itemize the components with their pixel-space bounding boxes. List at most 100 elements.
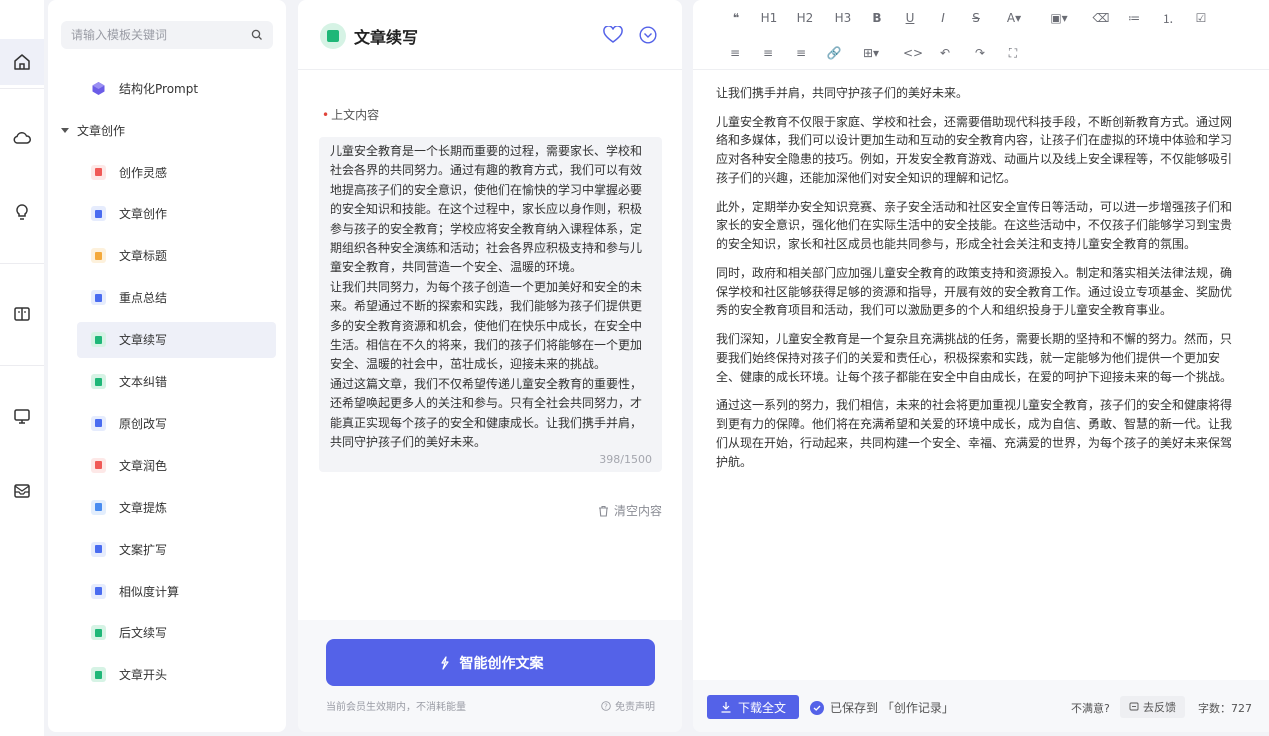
template-search [61,21,273,49]
template-item-label: 后文续写 [119,626,168,641]
download-button[interactable]: 下载全文 [707,695,799,719]
favorite-heart-icon[interactable] [603,26,623,44]
char-count: 398/1500 [599,453,652,466]
rail-screen[interactable] [0,393,44,439]
svg-text:?: ? [604,702,608,710]
italic-icon[interactable]: I [931,8,955,28]
template-item-label: 原创改写 [119,416,168,431]
template-item-icon [91,248,106,264]
code-icon[interactable]: <> [901,43,925,63]
template-item[interactable]: 文案扩写 [77,531,276,567]
template-item-label: 文章创作 [119,207,168,222]
link-icon[interactable]: 🔗 [822,43,846,63]
rail-cloud[interactable] [0,115,44,161]
template-item[interactable]: 文章创作 [77,196,276,232]
disclaimer-link[interactable]: ? 免责声明 [601,698,655,713]
editor-paragraph[interactable]: 我们深知，儿童安全教育是一个复杂且充满挑战的任务，需要长期的坚持和不懈的努力。然… [716,330,1243,386]
editor-paragraph[interactable]: 同时，政府和相关部门应加强儿童安全教育的政策支持和资源投入。制定和落实相关法律法… [716,264,1243,320]
form-panel: 文章续写 • 上文内容 儿童安全教育是一个长期而重要的过程，需要家长、学校和社会各… [298,0,682,732]
fullscreen-icon[interactable]: ⛶ [1001,43,1025,63]
template-item-icon [91,164,106,180]
align-right-icon[interactable]: ≡ [789,43,813,63]
template-item-structured-prompt[interactable]: 结构化Prompt [77,70,276,106]
redo-icon[interactable]: ↷ [968,43,992,63]
template-item[interactable]: 文章提炼 [77,489,276,525]
feedback-icon [1129,702,1139,711]
template-item[interactable]: 重点总结 [77,280,276,316]
template-item-icon [91,457,106,473]
quote-icon[interactable]: ❝ [724,8,748,28]
membership-note: 当前会员生效期内，不消耗能量 [326,702,466,713]
editor-paragraph[interactable]: 儿童安全教育不仅限于家庭、学校和社会，还需要借助现代科技手段，不断创新教育方式。… [716,113,1243,188]
caret-down-icon [61,127,69,133]
bold-icon[interactable]: B [865,8,889,28]
template-item[interactable]: 文本纠错 [77,364,276,400]
chevron-circle-icon[interactable] [639,26,657,44]
book-icon [14,307,30,321]
font-color-icon[interactable]: A▾ [1002,8,1026,28]
template-item-label: 文本纠错 [119,375,168,389]
generate-button[interactable]: 智能创作文案 [326,639,655,686]
template-search-input[interactable] [71,28,251,42]
cloud-icon [13,132,31,144]
editor-paragraph[interactable]: 通过这一系列的努力，我们相信，未来的社会将更加重视儿童安全教育，孩子们的安全和健… [716,396,1243,471]
template-item-label: 文章润色 [119,458,168,473]
h1-button[interactable]: H1 [757,8,781,28]
home-icon [14,54,30,70]
template-item[interactable]: 创作灵感 [77,154,276,190]
editor-paragraph[interactable]: 此外，定期举办安全知识竞赛、亲子安全活动和社区安全宣传日等活动，可以进一步增强孩… [716,198,1243,254]
undo-icon[interactable]: ↶ [933,43,957,63]
template-item-label: 文案扩写 [119,542,168,557]
info-icon: ? [601,700,611,711]
trash-icon [598,505,608,517]
rail-home[interactable] [0,39,44,85]
category-label: 文章创作 [77,123,126,138]
template-item-icon [91,625,106,641]
rail-mail[interactable] [0,468,44,514]
clear-content-button[interactable]: 清空内容 [598,502,662,519]
template-item[interactable]: 文章标题 [77,238,276,274]
editor-toolbar: ❝ H1 H2 H3 B U I S A▾ ▣▾ ⌫ ≔ ⒈ ☑ ≡ ≡ ≡ 🔗 ⊞▾ <> ↶ ↷ ⛶ [693,0,1269,70]
template-item[interactable]: 相似度计算 [77,573,276,609]
underline-icon[interactable]: U [898,8,922,28]
field-label: • 上文内容 [322,108,380,122]
eraser-icon[interactable]: ⌫ [1089,8,1113,28]
saved-status: 已保存到 「创作记录」 [810,699,954,716]
template-item-label: 文章标题 [119,249,168,264]
check-icon [810,700,824,715]
ordered-list-icon[interactable]: ⒈ [1156,8,1180,28]
template-item-icon [91,374,106,389]
icon-rail [0,0,44,736]
template-panel: 结构化Prompt 文章创作 创作灵感文章创作文章标题重点总结文章续写文本纠错原… [48,0,286,732]
template-item-label: 文章续写 [119,333,168,348]
bulb-icon [16,204,28,220]
bullet-list-icon[interactable]: ≔ [1122,8,1146,28]
category-article-writing[interactable]: 文章创作 [61,120,125,140]
template-item[interactable]: 文章开头 [77,657,276,693]
template-item[interactable]: 文章润色 [77,447,276,483]
bg-color-icon[interactable]: ▣▾ [1047,8,1071,28]
rail-idea[interactable] [0,189,44,235]
template-item-label: 重点总结 [119,291,168,306]
search-icon[interactable] [251,29,263,41]
mail-icon [14,484,30,498]
template-item-label: 结构化Prompt [119,81,199,96]
template-item[interactable]: 原创改写 [77,405,276,441]
template-item[interactable]: 后文续写 [77,615,276,651]
editor-content[interactable]: 让我们携手并肩，共同守护孩子们的美好未来。儿童安全教育不仅限于家庭、学校和社会，… [716,84,1243,481]
context-textarea[interactable]: 儿童安全教育是一个长期而重要的过程，需要家长、学校和社会各界的共同努力。通过有趣… [319,137,662,472]
checklist-icon[interactable]: ☑ [1189,8,1213,28]
editor-paragraph[interactable]: 让我们携手并肩，共同守护孩子们的美好未来。 [716,84,1243,103]
strike-icon[interactable]: S [964,8,988,28]
feedback-button[interactable]: 去反馈 [1120,696,1185,718]
h3-button[interactable]: H3 [831,8,855,28]
template-item[interactable]: 文章续写 [77,321,276,358]
editor-footer: 下载全文 已保存到 「创作记录」 不满意? 去反馈 字数：727 [693,680,1269,732]
h2-button[interactable]: H2 [793,8,817,28]
template-item-icon [91,541,106,557]
align-left-icon[interactable]: ≡ [723,43,747,63]
table-icon[interactable]: ⊞▾ [859,43,883,63]
rail-library[interactable] [0,291,44,337]
context-text[interactable]: 儿童安全教育是一个长期而重要的过程，需要家长、学校和社会各界的共同努力。通过有趣… [330,142,652,453]
align-center-icon[interactable]: ≡ [756,43,780,63]
